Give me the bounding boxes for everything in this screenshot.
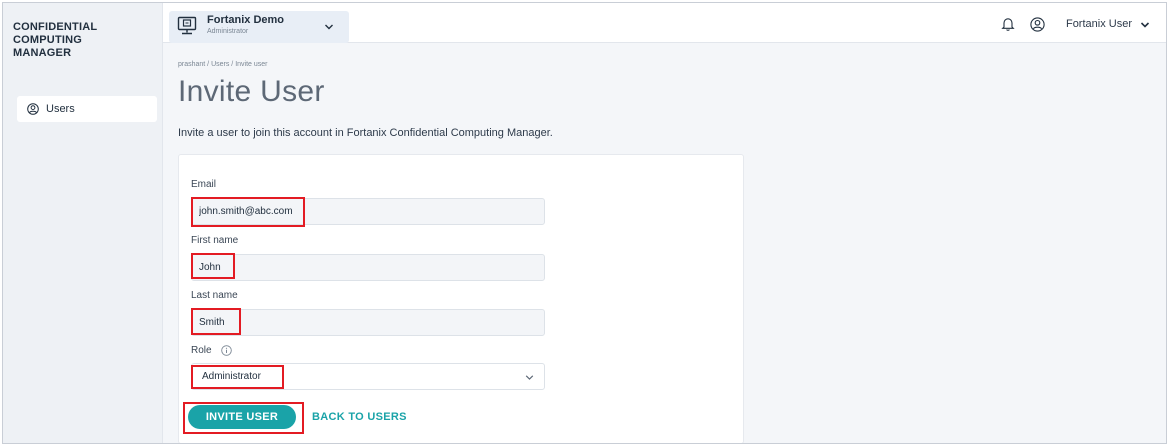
user-avatar-icon[interactable] <box>1030 17 1045 32</box>
chevron-down-icon[interactable] <box>1140 21 1150 29</box>
brand-line-2: COMPUTING <box>13 34 83 46</box>
computer-icon <box>177 16 197 35</box>
account-role: Administrator <box>207 28 249 35</box>
breadcrumb[interactable]: prashant / Users / Invite user <box>178 61 267 68</box>
last-name-label: Last name <box>191 290 238 301</box>
chevron-down-icon <box>325 24 333 30</box>
invite-user-button[interactable]: INVITE USER <box>188 405 296 429</box>
account-switcher[interactable]: Fortanix Demo Administrator <box>169 11 349 43</box>
first-name-field[interactable] <box>191 254 545 281</box>
app-brand: CONFIDENTIAL COMPUTING MANAGER <box>13 21 153 60</box>
brand-line-1: CONFIDENTIAL <box>13 21 98 33</box>
email-label: Email <box>191 179 217 190</box>
account-names: Fortanix Demo Administrator <box>207 14 284 38</box>
first-name-label: First name <box>191 235 239 246</box>
info-icon[interactable] <box>221 345 232 356</box>
sidebar: CONFIDENTIAL COMPUTING MANAGER Users <box>3 3 163 443</box>
account-name: Fortanix Demo <box>207 14 285 26</box>
email-field[interactable] <box>191 198 545 225</box>
user-circle-icon <box>27 103 39 115</box>
role-select[interactable]: Administrator <box>191 363 545 390</box>
chevron-down-icon <box>525 375 534 380</box>
page-description: Invite a user to join this account in Fo… <box>178 127 553 139</box>
user-menu-name[interactable]: Fortanix User <box>1066 18 1132 30</box>
back-to-users-link[interactable]: BACK TO USERS <box>312 411 407 423</box>
bell-icon[interactable] <box>1000 16 1016 32</box>
topbar: Fortanix Demo Administrator Fortanix Use… <box>163 3 1166 43</box>
app-window: CONFIDENTIAL COMPUTING MANAGER Users For… <box>2 2 1167 444</box>
sidebar-item-users[interactable]: Users <box>17 96 157 122</box>
brand-line-3: MANAGER <box>13 47 72 59</box>
page-title: Invite User <box>178 75 325 108</box>
role-label: Role <box>191 345 212 356</box>
role-selected-value: Administrator <box>202 371 261 382</box>
last-name-field[interactable] <box>191 309 545 336</box>
sidebar-item-label: Users <box>46 103 75 115</box>
